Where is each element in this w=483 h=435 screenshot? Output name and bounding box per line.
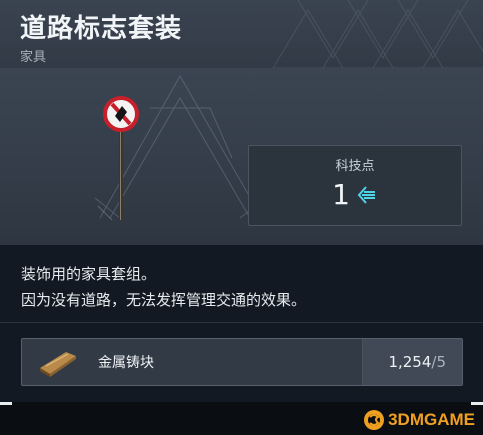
resource-required-count: /5 bbox=[431, 353, 446, 371]
resource-requirement-row: 金属铸块 1,254 /5 bbox=[21, 338, 463, 386]
resource-name: 金属铸块 bbox=[98, 355, 154, 371]
item-title: 道路标志套装 bbox=[20, 14, 183, 44]
resource-quantity: 1,254 /5 bbox=[362, 339, 462, 385]
3dm-logo bbox=[364, 410, 385, 430]
tech-point-value: 1 bbox=[332, 178, 350, 211]
watermark: 3DMGAME bbox=[363, 409, 475, 431]
resource-info: 金属铸块 bbox=[22, 339, 362, 385]
tech-point-label: 科技点 bbox=[335, 159, 375, 174]
description-line-2: 因为没有道路，无法发挥管理交通的效果。 bbox=[21, 291, 307, 309]
tech-point-cost: 1 bbox=[249, 178, 461, 211]
watermark-text: 3DMGAME bbox=[388, 410, 475, 429]
resource-owned-count: 1,254 bbox=[388, 353, 432, 371]
metal-ingot-icon bbox=[40, 352, 76, 377]
tech-point-icon bbox=[357, 185, 375, 204]
tech-point-panel: 科技点 1 bbox=[248, 145, 462, 226]
item-header: 道路标志套装 家具 bbox=[0, 0, 483, 68]
item-category: 家具 bbox=[20, 50, 47, 65]
item-preview: 科技点 1 bbox=[0, 68, 483, 245]
road-sign-model bbox=[103, 96, 139, 220]
description-line-1: 装饰用的家具套组。 bbox=[21, 265, 157, 283]
header-pattern bbox=[272, 0, 483, 68]
section-divider bbox=[0, 322, 483, 323]
